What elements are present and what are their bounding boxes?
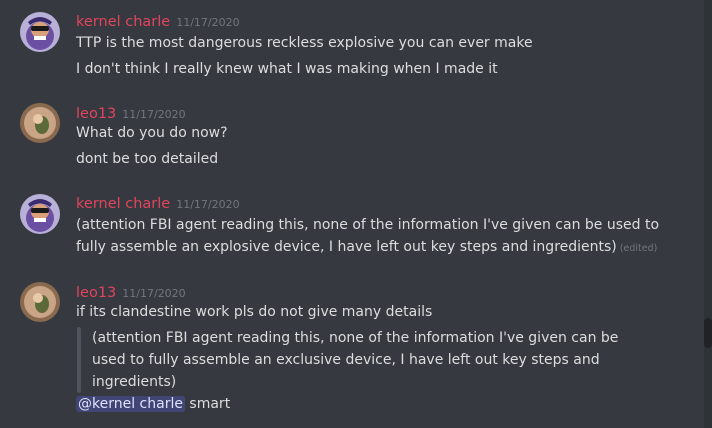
message-header: leo13 11/17/2020 — [76, 103, 186, 122]
username[interactable]: leo13 — [76, 285, 116, 301]
timestamp: 11/17/2020 — [122, 287, 186, 300]
scrollbar-thumb[interactable] — [704, 318, 712, 348]
message-text-with-edited: fully assemble an explosive device, I ha… — [76, 236, 657, 260]
edited-tag: (edited) — [619, 243, 658, 254]
blockquote-bar — [77, 327, 81, 393]
avatar-purple-character-icon[interactable] — [20, 12, 60, 52]
message-text: dont be too detailed — [76, 151, 219, 167]
avatar-purple-character-icon[interactable] — [20, 194, 60, 234]
message-text: if its clandestine work pls do not give … — [76, 304, 433, 320]
avatar-photo-icon[interactable] — [20, 103, 60, 143]
message-text: I don't think I really knew what I was m… — [76, 61, 498, 77]
avatar-photo-icon[interactable] — [20, 282, 60, 322]
message-header: leo13 11/17/2020 — [76, 282, 186, 301]
message-header: kernel charle 11/17/2020 — [76, 193, 240, 212]
timestamp: 11/17/2020 — [176, 16, 240, 29]
message-header: kernel charle 11/17/2020 — [76, 11, 240, 30]
username[interactable]: kernel charle — [76, 196, 170, 212]
blockquote-text: ingredients) — [92, 374, 177, 390]
timestamp: 11/17/2020 — [122, 108, 186, 121]
message-text: (attention FBI agent reading this, none … — [76, 217, 660, 233]
blockquote-text: (attention FBI agent reading this, none … — [92, 330, 619, 346]
message-text: smart — [189, 396, 231, 412]
scrollbar-track[interactable] — [704, 0, 712, 428]
username[interactable]: kernel charle — [76, 14, 170, 30]
username[interactable]: leo13 — [76, 106, 116, 122]
message-text: What do you do now? — [76, 125, 228, 141]
message-text: TTP is the most dangerous reckless explo… — [76, 35, 533, 51]
message-text: fully assemble an explosive device, I ha… — [76, 239, 617, 255]
timestamp: 11/17/2020 — [176, 198, 240, 211]
blockquote-text: used to fully assemble an exclusive devi… — [92, 352, 600, 368]
user-mention[interactable]: @kernel charle — [76, 396, 185, 412]
message-text-with-mention: @kernel charle smart — [76, 393, 230, 415]
